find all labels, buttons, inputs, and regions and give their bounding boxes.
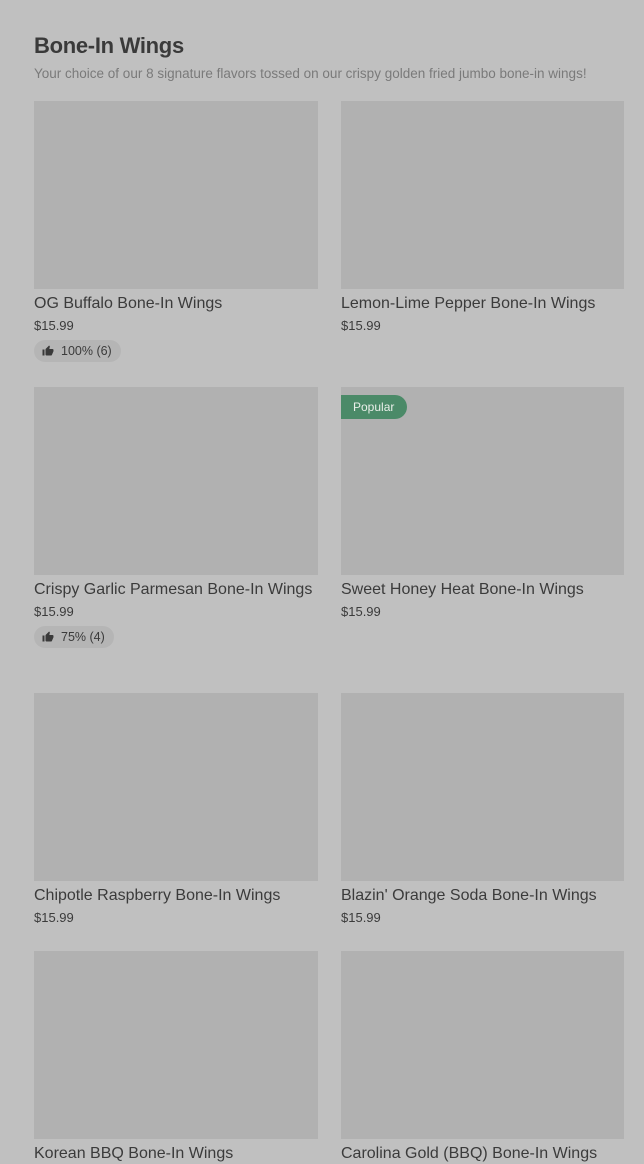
menu-item-card[interactable]: Crispy Garlic Parmesan Bone-In Wings $15…: [34, 387, 318, 648]
menu-item-card[interactable]: Popular Sweet Honey Heat Bone-In Wings $…: [341, 387, 624, 620]
item-price: $15.99: [34, 318, 74, 333]
popular-badge: Popular: [341, 395, 408, 419]
menu-item-card[interactable]: Blazin' Orange Soda Bone-In Wings $15.99: [341, 693, 624, 926]
item-name: Chipotle Raspberry Bone-In Wings: [34, 887, 281, 904]
item-name: Korean BBQ Bone-In Wings: [34, 1145, 234, 1162]
thumbs-up-icon: [42, 631, 54, 642]
item-name: Lemon-Lime Pepper Bone-In Wings: [341, 295, 596, 312]
item-name: Crispy Garlic Parmesan Bone-In Wings: [34, 581, 313, 598]
item-image[interactable]: [341, 693, 624, 881]
rating-badge: 75% (4): [34, 626, 114, 648]
item-price: $15.99: [341, 910, 381, 925]
item-name: Sweet Honey Heat Bone-In Wings: [341, 581, 584, 598]
rating-text: 100% (6): [61, 344, 112, 358]
item-image[interactable]: [34, 951, 318, 1139]
item-image[interactable]: [34, 101, 318, 289]
item-name: OG Buffalo Bone-In Wings: [34, 295, 223, 312]
rating-text: 75% (4): [61, 630, 105, 644]
item-price: $15.99: [341, 604, 381, 619]
menu-item-card[interactable]: Carolina Gold (BBQ) Bone-In Wings: [341, 951, 624, 1164]
item-image[interactable]: Popular: [341, 387, 624, 575]
item-price: $15.99: [34, 910, 74, 925]
item-image[interactable]: [34, 693, 318, 881]
item-price: $15.99: [341, 318, 381, 333]
item-image[interactable]: [341, 101, 624, 289]
section-subtitle: Your choice of our 8 signature flavors t…: [34, 66, 587, 81]
menu-item-card[interactable]: Chipotle Raspberry Bone-In Wings $15.99: [34, 693, 318, 926]
menu-item-card[interactable]: Korean BBQ Bone-In Wings: [34, 951, 318, 1164]
thumbs-up-icon: [42, 345, 54, 356]
item-name: Blazin' Orange Soda Bone-In Wings: [341, 887, 597, 904]
section-title: Bone-In Wings: [34, 33, 184, 58]
item-name: Carolina Gold (BBQ) Bone-In Wings: [341, 1145, 598, 1162]
item-image[interactable]: [341, 951, 624, 1139]
menu-item-card[interactable]: Lemon-Lime Pepper Bone-In Wings $15.99: [341, 101, 624, 334]
item-price: $15.99: [34, 604, 74, 619]
menu-item-card[interactable]: OG Buffalo Bone-In Wings $15.99 100% (6): [34, 101, 318, 362]
item-image[interactable]: [34, 387, 318, 575]
rating-badge: 100% (6): [34, 340, 121, 362]
